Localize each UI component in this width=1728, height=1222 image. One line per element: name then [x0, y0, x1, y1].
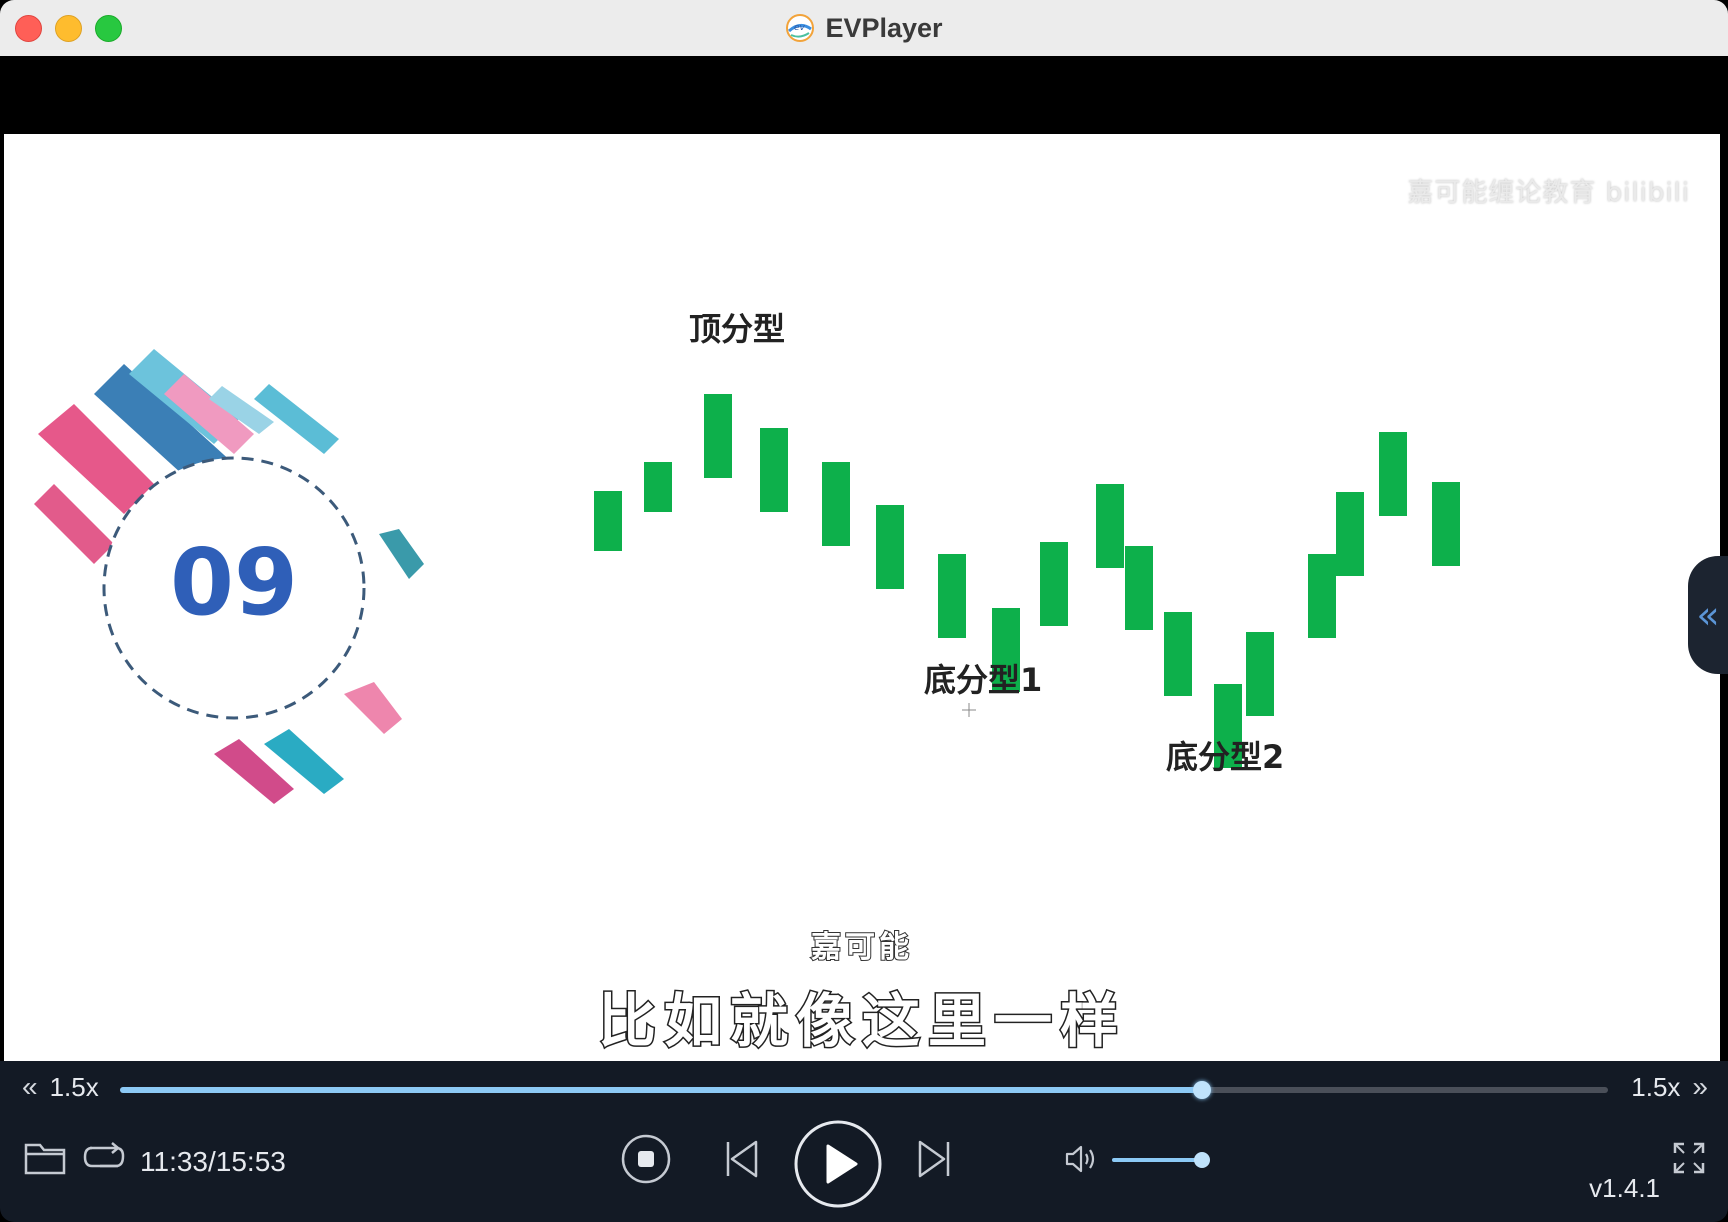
control-bar: « 1.5x 1.5x » 11:33/15:53 v1.4.1 [0, 1061, 1728, 1222]
previous-button[interactable] [722, 1136, 762, 1182]
label-bottom-fractal-1: 底分型1 [924, 661, 1042, 699]
progress-bar[interactable] [120, 1081, 1608, 1099]
fullscreen-icon[interactable] [1672, 1141, 1706, 1175]
speed-right-label: 1.5x [1631, 1071, 1681, 1102]
play-button[interactable] [792, 1118, 884, 1210]
chapter-badge: 09 [34, 349, 424, 804]
candle-3 [704, 394, 732, 478]
ev-logo-icon: ev [786, 14, 815, 42]
candle-18 [1432, 482, 1460, 566]
svg-text:ev: ev [794, 23, 806, 33]
candle-15 [1308, 554, 1336, 638]
subtitle-text: 比如就像这里一样 [596, 986, 1126, 1057]
candle-4 [760, 428, 788, 512]
candle-6 [876, 505, 904, 589]
chapter-number: 09 [170, 529, 298, 636]
speed-up-control[interactable]: 1.5x » [1631, 1071, 1708, 1103]
candle-11 [1125, 546, 1153, 630]
cursor-crosshair-icon [962, 703, 976, 717]
label-top-fractal: 顶分型 [689, 310, 785, 348]
next-button[interactable] [914, 1136, 954, 1182]
video-frame[interactable]: 嘉可能缠论教育 bilibili 09 顶分型 底分型1 底分型2 嘉可能 比如… [4, 134, 1720, 1091]
candle-16 [1336, 492, 1364, 576]
progress-fill [120, 1087, 1202, 1093]
candle-10 [1096, 484, 1124, 568]
double-chevron-right-icon[interactable]: » [1692, 1071, 1708, 1103]
candle-12 [1164, 612, 1192, 696]
window-title: EVPlayer [825, 12, 943, 43]
subtitle-speaker: 嘉可能 [810, 929, 913, 966]
loop-icon[interactable] [82, 1140, 126, 1174]
volume-slider[interactable] [1112, 1158, 1204, 1162]
version-label: v1.4.1 [1589, 1173, 1660, 1203]
stop-icon [638, 1151, 654, 1167]
candle-2 [644, 462, 672, 512]
speed-down-control[interactable]: « 1.5x [22, 1071, 99, 1103]
label-bottom-fractal-2: 底分型2 [1166, 738, 1284, 776]
progress-handle[interactable] [1192, 1081, 1211, 1099]
title-bar[interactable]: ev EVPlayer [0, 0, 1728, 57]
open-folder-icon[interactable] [24, 1139, 66, 1175]
playlist-toggle-button[interactable]: « [1688, 556, 1728, 674]
player-window: ev EVPlayer 嘉可能缠论教育 bilibili 09 顶分型 底分型1… [0, 0, 1728, 1222]
candle-17 [1379, 432, 1407, 516]
play-icon [826, 1144, 858, 1184]
candle-14 [1246, 632, 1274, 716]
candle-7 [938, 554, 966, 638]
time-display: 11:33/15:53 [140, 1146, 286, 1177]
chevrons-left-icon: « [1696, 593, 1720, 637]
double-chevron-left-icon[interactable]: « [22, 1071, 38, 1103]
volume-handle[interactable] [1194, 1152, 1210, 1168]
speed-left-label: 1.5x [49, 1071, 99, 1102]
volume-icon[interactable] [1064, 1143, 1100, 1175]
video-area[interactable]: 嘉可能缠论教育 bilibili 09 顶分型 底分型1 底分型2 嘉可能 比如… [0, 56, 1728, 1091]
candle-5 [822, 462, 850, 546]
candle-1 [594, 491, 622, 551]
stop-button[interactable] [620, 1133, 672, 1185]
candle-9 [1040, 542, 1068, 626]
candlestick-chart [594, 394, 1460, 768]
